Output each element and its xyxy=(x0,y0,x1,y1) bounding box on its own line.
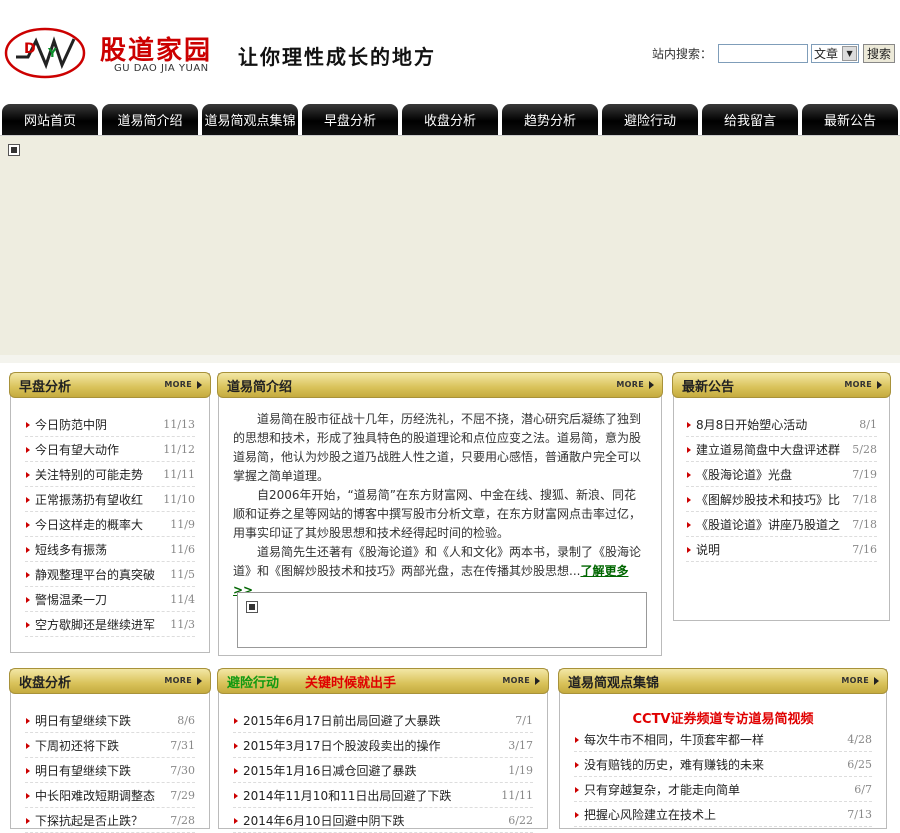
panel-header: 最新公告 MORE xyxy=(672,372,891,398)
arrow-right-icon xyxy=(197,676,202,685)
list-item[interactable]: 只有穿越复杂，才能走向简单 6/7 xyxy=(574,777,872,802)
notice-panel: 最新公告 MORE 8月8日开始塑心活动 8/1 建立道易简盘中大盘评述群 5/28… xyxy=(672,372,891,621)
list-item[interactable]: 2015年6月17日前出局回避了大暴跌 7/1 xyxy=(233,708,533,733)
panel-header: 早盘分析 MORE xyxy=(9,372,211,398)
list-item[interactable]: 警惕温柔一刀 11/4 xyxy=(25,587,195,612)
main-nav: 网站首页 道易简介绍 道易简观点集锦 早盘分析 收盘分析 趋势分析 避险行动 给… xyxy=(0,104,900,135)
list-item[interactable]: 关注特别的可能走势 11/11 xyxy=(25,462,195,487)
intro-paragraph: 道易简在股市征战十几年，历经洗礼，不屈不挠，潜心研究后凝练了独到的思想和技术，形… xyxy=(233,412,642,483)
nav-intro[interactable]: 道易简介绍 xyxy=(102,104,198,135)
list-item[interactable]: 空方歇脚还是继续进军 11/3 xyxy=(25,612,195,637)
intro-panel: 道易简介绍 MORE 道易简在股市征战十几年，历经洗礼，不屈不挠，潜心研究后凝练… xyxy=(217,372,663,656)
views-panel: 道易简观点集锦 MORE CCTV证券频道专访道易简视频 每次牛市不相同，牛顶套… xyxy=(558,668,888,829)
list-item[interactable]: 中长阳难改短期调整态 7/29 xyxy=(25,783,195,808)
banner xyxy=(0,135,900,355)
list-item[interactable]: 2014年6月10日回避中阴下跌 6/22 xyxy=(233,808,533,833)
panel-header: 收盘分析 MORE xyxy=(9,668,211,694)
list-item[interactable]: 静观整理平台的真突破 11/5 xyxy=(25,562,195,587)
panel-title: 道易简观点集锦 xyxy=(568,675,660,691)
more-link[interactable]: MORE xyxy=(841,676,879,685)
list-item[interactable]: 明日有望继续下跌 8/6 xyxy=(25,708,195,733)
list-item[interactable]: 没有赔钱的历史，难有赚钱的未来 6/25 xyxy=(574,752,872,777)
svg-text:Y: Y xyxy=(47,46,57,60)
search-label: 站内搜索： xyxy=(652,46,713,61)
morning-list: 今日防范中阴 11/13 今日有望大动作 11/12 关注特别的可能走势 11/11 … xyxy=(25,412,195,637)
list-item[interactable]: 《股海论道》光盘 7/19 xyxy=(686,462,877,487)
views-list: 每次牛市不相同，牛顶套牢都一样 4/28 没有赔钱的历史，难有赚钱的未来 6/25 … xyxy=(574,727,872,827)
nav-trend[interactable]: 趋势分析 xyxy=(502,104,598,135)
nav-home[interactable]: 网站首页 xyxy=(2,104,98,135)
list-item[interactable]: 下探抗起是否止跌？ 7/28 xyxy=(25,808,195,833)
nav-views[interactable]: 道易简观点集锦 xyxy=(202,104,298,135)
search-input[interactable] xyxy=(718,43,809,63)
nav-hedge[interactable]: 避险行动 xyxy=(602,104,698,135)
closing-list: 明日有望继续下跌 8/6 下周初还将下跌 7/31 明日有望继续下跌 7/30 中长阳… xyxy=(25,708,195,833)
list-item[interactable]: 今日防范中阴 11/13 xyxy=(25,412,195,437)
list-item[interactable]: 今日有望大动作 11/12 xyxy=(25,437,195,462)
panel-header: 避险行动 关键时候就出手 MORE xyxy=(217,668,549,694)
list-item[interactable]: 下周初还将下跌 7/31 xyxy=(25,733,195,758)
slogan: 让你理性成长的地方 xyxy=(238,45,436,69)
search-area: 站内搜索： 文章 ▼ 搜索 xyxy=(652,43,896,63)
nav-morning[interactable]: 早盘分析 xyxy=(302,104,398,135)
site-header: D Y 股道家园 GU DAO JIA YUAN 让你理性成长的地方 站内搜索：… xyxy=(0,0,900,100)
list-item[interactable]: 《股道论道》讲座乃股道之 7/18 xyxy=(686,512,877,537)
closing-panel: 收盘分析 MORE 明日有望继续下跌 8/6 下周初还将下跌 7/31 明日有望继续… xyxy=(9,668,211,833)
list-item[interactable]: 2015年1月16日减仓回避了暴跌 1/19 xyxy=(233,758,533,783)
search-type-select[interactable]: 文章 ▼ xyxy=(811,43,860,63)
notice-list: 8月8日开始塑心活动 8/1 建立道易简盘中大盘评述群 5/28 《股海论道》光盘 7… xyxy=(686,412,877,562)
more-link[interactable]: MORE xyxy=(502,676,540,685)
panel-title: 最新公告 xyxy=(682,379,735,395)
broken-image-icon xyxy=(8,144,20,156)
panel-title: 收盘分析 xyxy=(19,675,72,691)
arrow-right-icon xyxy=(535,676,540,685)
broken-image-icon xyxy=(246,601,258,613)
list-item[interactable]: 正常振荡扔有望收红 11/10 xyxy=(25,487,195,512)
chevron-down-icon: ▼ xyxy=(842,45,858,61)
arrow-right-icon xyxy=(877,380,882,389)
list-item[interactable]: 8月8日开始塑心活动 8/1 xyxy=(686,412,877,437)
list-item[interactable]: 今日这样走的概率大 11/9 xyxy=(25,512,195,537)
more-link[interactable]: MORE xyxy=(616,380,654,389)
svg-text:D: D xyxy=(24,41,36,57)
list-item[interactable]: 说明 7/16 xyxy=(686,537,877,562)
intro-image xyxy=(237,592,647,648)
divider xyxy=(0,355,900,363)
logo-text: 股道家园 xyxy=(100,36,213,66)
arrow-right-icon xyxy=(649,380,654,389)
hedge-list: 2015年6月17日前出局回避了大暴跌 7/1 2015年3月17日个股波段卖出的… xyxy=(233,708,533,833)
nav-closing[interactable]: 收盘分析 xyxy=(402,104,498,135)
hedge-panel: 避险行动 关键时候就出手 MORE 2015年6月17日前出局回避了大暴跌 7/1… xyxy=(217,668,549,833)
morning-panel: 早盘分析 MORE 今日防范中阴 11/13 今日有望大动作 11/12 关注特别的… xyxy=(9,372,211,653)
panel-title: 避险行动 xyxy=(227,675,280,691)
list-item[interactable]: 把握心风险建立在技术上 7/13 xyxy=(574,802,872,827)
list-item[interactable]: 《图解炒股技术和技巧》比 7/18 xyxy=(686,487,877,512)
list-item[interactable]: 建立道易简盘中大盘评述群 5/28 xyxy=(686,437,877,462)
panel-subtitle: 关键时候就出手 xyxy=(305,675,397,691)
arrow-right-icon xyxy=(197,380,202,389)
list-item[interactable]: 每次牛市不相同，牛顶套牢都一样 4/28 xyxy=(574,727,872,752)
panel-header: 道易简介绍 MORE xyxy=(217,372,663,398)
cctv-video-link[interactable]: CCTV证券频道专访道易简视频 xyxy=(560,708,886,727)
more-link[interactable]: MORE xyxy=(844,380,882,389)
arrow-right-icon xyxy=(874,676,879,685)
more-link[interactable]: MORE xyxy=(164,676,202,685)
list-item[interactable]: 明日有望继续下跌 7/30 xyxy=(25,758,195,783)
nav-message[interactable]: 给我留言 xyxy=(702,104,798,135)
nav-notice[interactable]: 最新公告 xyxy=(802,104,898,135)
panel-title: 早盘分析 xyxy=(19,379,72,395)
panel-header: 道易简观点集锦 MORE xyxy=(558,668,888,694)
intro-paragraph: 自2006年开始，“道易简”在东方财富网、中金在线、搜狐、新浪、同花顺和证券之星… xyxy=(233,488,642,540)
panel-title: 道易简介绍 xyxy=(227,379,293,395)
search-button[interactable]: 搜索 xyxy=(863,43,896,63)
list-item[interactable]: 2014年11月10和11日出局回避了下跌 11/11 xyxy=(233,783,533,808)
more-link[interactable]: MORE xyxy=(164,380,202,389)
logo-subtext: GU DAO JIA YUAN xyxy=(114,63,209,74)
intro-text: 道易简在股市征战十几年，历经洗礼，不屈不挠，潜心研究后凝练了独到的思想和技术，形… xyxy=(233,410,645,600)
logo-icon: D Y xyxy=(4,27,86,79)
list-item[interactable]: 2015年3月17日个股波段卖出的操作 3/17 xyxy=(233,733,533,758)
list-item[interactable]: 短线多有振荡 11/6 xyxy=(25,537,195,562)
